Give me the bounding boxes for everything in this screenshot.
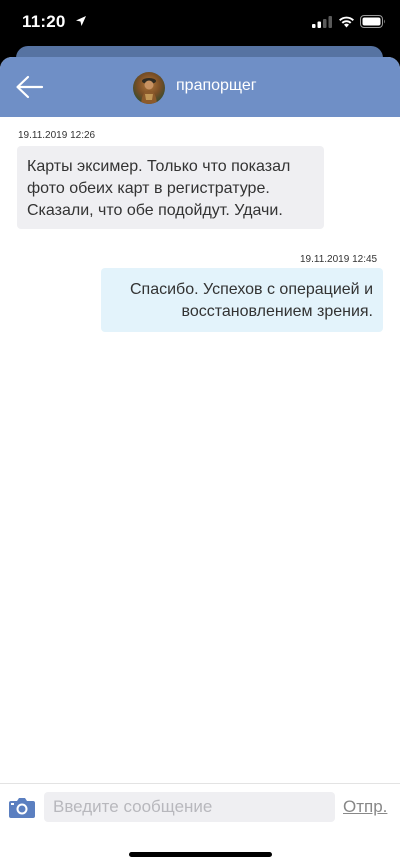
- avatar-image: [141, 78, 157, 104]
- battery-icon: [360, 15, 385, 28]
- message-timestamp: 19.11.2019 12:45: [300, 254, 378, 265]
- back-arrow-icon[interactable]: [10, 71, 48, 103]
- outgoing-message-bubble: Спасибо. Успехов с операцией и восстанов…: [101, 268, 383, 332]
- message-composer: Отпр.: [0, 783, 400, 832]
- camera-icon[interactable]: [8, 795, 36, 819]
- incoming-message-bubble: Карты эксимер. Только что показал фото о…: [17, 146, 324, 229]
- message-line: Спасибо. Успехов с операцией и: [130, 281, 373, 298]
- chat-header: прапорщег: [0, 57, 400, 117]
- message-line: фото обеих карт в регистратуре.: [27, 180, 270, 197]
- contact-name[interactable]: прапорщег: [176, 77, 257, 95]
- screen: 11:20 прапорщег 19.11.2019 12:26 Карты э…: [0, 0, 400, 866]
- message-line: Сказали, что обе подойдут. Удачи.: [27, 202, 283, 219]
- wifi-icon: [339, 16, 354, 28]
- message-line: восстановлением зрения.: [181, 303, 374, 320]
- status-bar: 11:20: [0, 0, 400, 48]
- message-input[interactable]: [44, 792, 335, 822]
- home-indicator: [129, 852, 272, 857]
- location-arrow-icon: [76, 16, 86, 26]
- avatar[interactable]: [133, 72, 165, 104]
- status-time: 11:20: [22, 12, 66, 31]
- message-line: Карты эксимер. Только что показал: [27, 158, 291, 175]
- chat-card: прапорщег 19.11.2019 12:26 Карты эксимер…: [0, 57, 400, 866]
- send-button[interactable]: Отпр.: [343, 797, 387, 817]
- message-timestamp: 19.11.2019 12:26: [18, 130, 96, 141]
- signal-icon: [312, 16, 332, 28]
